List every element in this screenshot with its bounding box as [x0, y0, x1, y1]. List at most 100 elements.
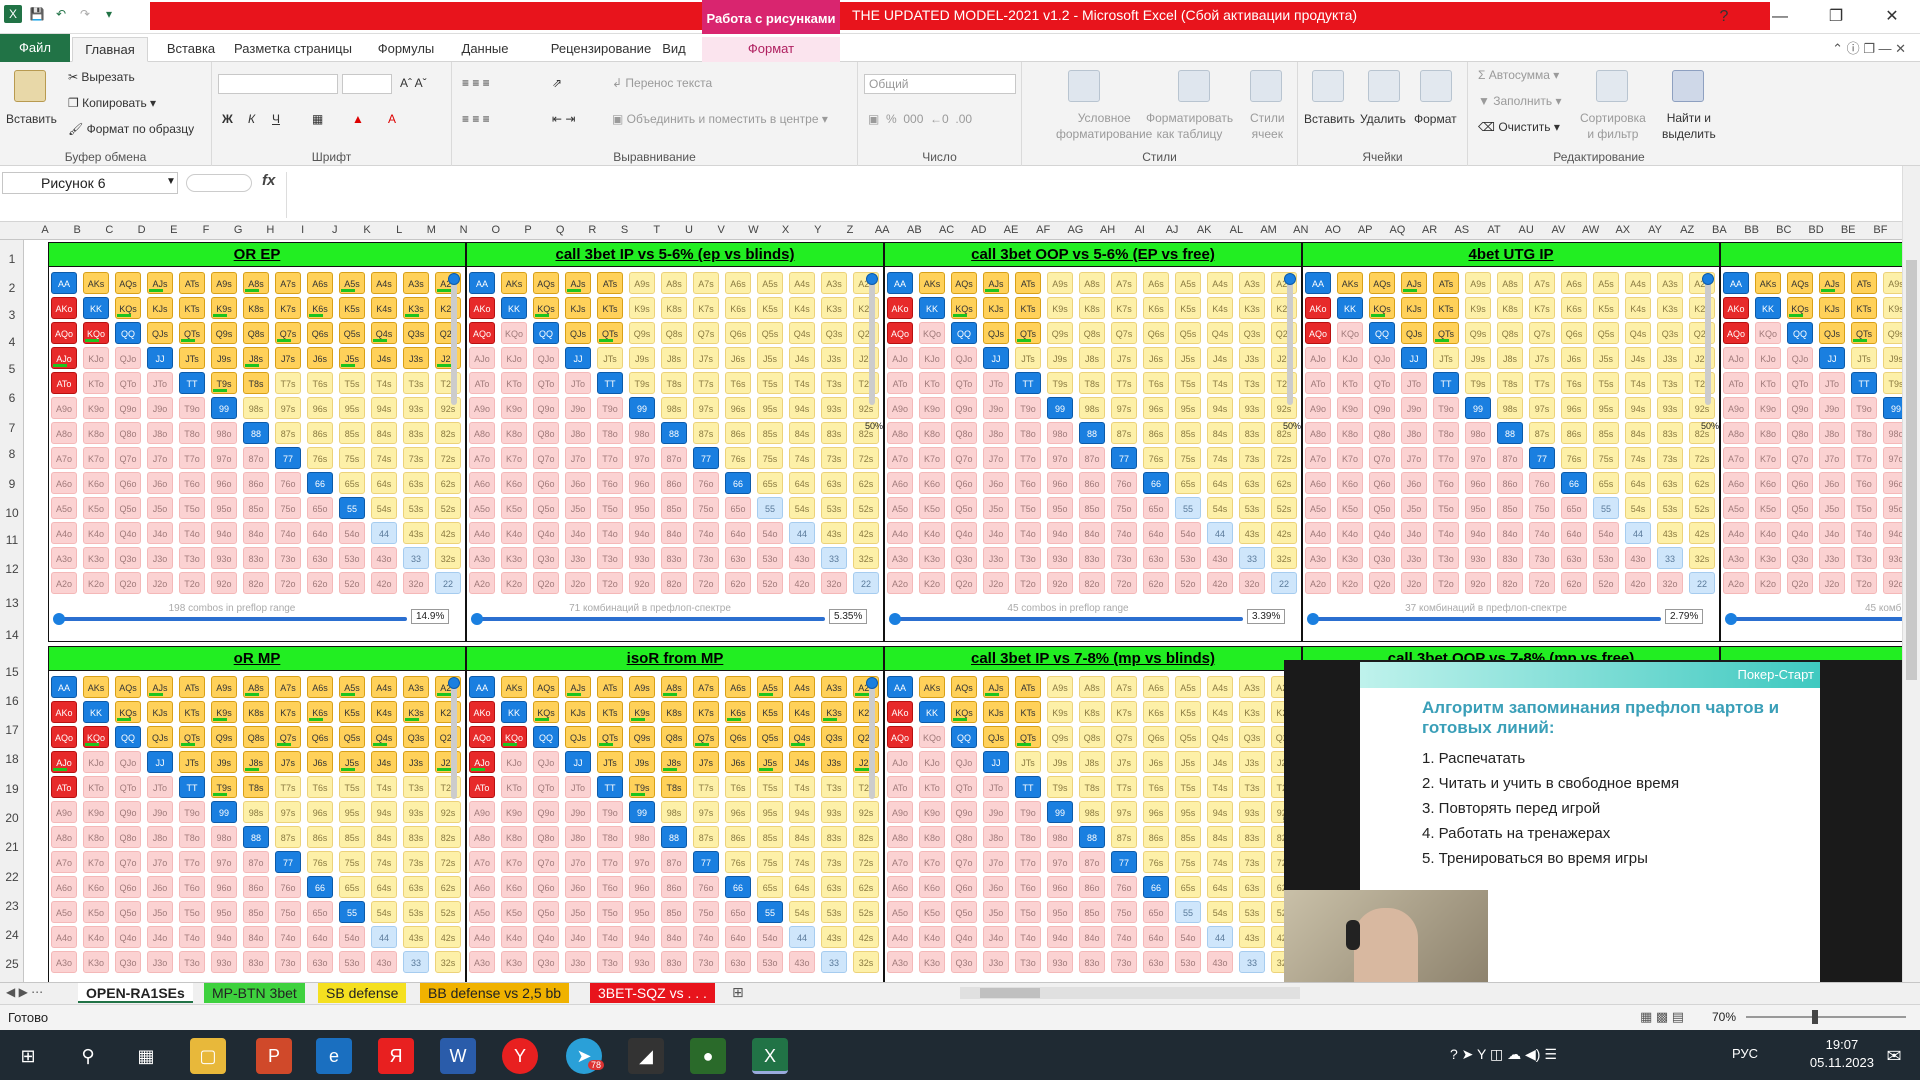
- hand-cell[interactable]: 97s: [1111, 397, 1137, 419]
- hand-cell[interactable]: T3s: [821, 776, 847, 798]
- hand-cell[interactable]: Q5s: [1175, 322, 1201, 344]
- hand-cell[interactable]: Q6s: [307, 322, 333, 344]
- hand-cell[interactable]: KTo: [501, 372, 527, 394]
- hand-cell[interactable]: KJo: [501, 751, 527, 773]
- column-header[interactable]: N: [449, 224, 479, 236]
- hand-cell[interactable]: 75o: [1111, 901, 1137, 923]
- hand-cell[interactable]: 65s: [1175, 876, 1201, 898]
- hand-cell[interactable]: KTo: [919, 776, 945, 798]
- hand-cell[interactable]: 85s: [757, 826, 783, 848]
- hand-cell[interactable]: 42s: [853, 522, 879, 544]
- hand-cell[interactable]: J8s: [1079, 347, 1105, 369]
- hand-cell[interactable]: T5o: [1851, 497, 1877, 519]
- hand-cell[interactable]: 72o: [1111, 572, 1137, 594]
- column-header[interactable]: AG: [1060, 224, 1090, 236]
- column-header[interactable]: AP: [1350, 224, 1380, 236]
- hand-cell[interactable]: 73o: [693, 547, 719, 569]
- hand-cell[interactable]: J7s: [1111, 751, 1137, 773]
- hand-cell[interactable]: A4o: [1723, 522, 1749, 544]
- hand-cell[interactable]: J4o: [1401, 522, 1427, 544]
- hand-cell[interactable]: J4s: [371, 347, 397, 369]
- hand-cell[interactable]: 87s: [693, 422, 719, 444]
- hand-cell[interactable]: 52s: [435, 901, 461, 923]
- hand-cell[interactable]: A4s: [1625, 272, 1651, 294]
- customize-qat-icon[interactable]: ▾: [100, 5, 118, 23]
- hand-cell[interactable]: T2s: [435, 372, 461, 394]
- hand-cell[interactable]: Q7s: [693, 322, 719, 344]
- hand-cell[interactable]: T4o: [1851, 522, 1877, 544]
- hand-cell[interactable]: A8s: [661, 272, 687, 294]
- hand-cell[interactable]: 84s: [789, 422, 815, 444]
- hand-cell[interactable]: KJo: [1755, 347, 1781, 369]
- hand-cell[interactable]: KTo: [501, 776, 527, 798]
- hand-cell[interactable]: T4o: [1015, 926, 1041, 948]
- hand-cell[interactable]: A3o: [51, 547, 77, 569]
- hand-cell[interactable]: A3o: [887, 547, 913, 569]
- indent-icon[interactable]: ⇤ ⇥: [552, 112, 575, 126]
- hand-cell[interactable]: K7o: [501, 447, 527, 469]
- column-header[interactable]: U: [674, 224, 704, 236]
- hand-cell[interactable]: T3o: [179, 951, 205, 973]
- hand-cell[interactable]: K9s: [629, 297, 655, 319]
- hand-cell[interactable]: K4o: [501, 522, 527, 544]
- hand-cell[interactable]: Q3s: [1239, 726, 1265, 748]
- hand-cell[interactable]: Q5s: [757, 322, 783, 344]
- range-size-slider[interactable]: [471, 613, 825, 625]
- hand-cell[interactable]: 32s: [1689, 547, 1715, 569]
- hand-cell[interactable]: 72o: [275, 572, 301, 594]
- hand-cell[interactable]: A7s: [1529, 272, 1555, 294]
- hand-cell[interactable]: 74o: [1111, 926, 1137, 948]
- hand-cell[interactable]: AJs: [147, 676, 173, 698]
- hand-cell[interactable]: Q3o: [951, 547, 977, 569]
- hand-cell[interactable]: Q8o: [115, 826, 141, 848]
- hand-cell[interactable]: K3s: [403, 297, 429, 319]
- hand-cell[interactable]: Q9o: [533, 397, 559, 419]
- row-header[interactable]: 25: [0, 957, 24, 971]
- hand-cell[interactable]: 98s: [661, 801, 687, 823]
- hand-cell[interactable]: 99: [629, 397, 655, 419]
- hand-cell[interactable]: J2s: [1271, 347, 1297, 369]
- hand-cell[interactable]: J8s: [661, 751, 687, 773]
- hand-cell[interactable]: A7o: [469, 447, 495, 469]
- hand-cell[interactable]: 52o: [339, 572, 365, 594]
- hand-cell[interactable]: J3s: [821, 751, 847, 773]
- hand-cell[interactable]: 73s: [1239, 851, 1265, 873]
- hand-cell[interactable]: 84s: [789, 826, 815, 848]
- hand-cell[interactable]: K8s: [243, 297, 269, 319]
- hand-cell[interactable]: K3o: [501, 951, 527, 973]
- hand-cell[interactable]: 74o: [1529, 522, 1555, 544]
- hand-cell[interactable]: T7o: [179, 447, 205, 469]
- hand-cell[interactable]: T4s: [789, 372, 815, 394]
- hand-cell[interactable]: T8o: [1015, 422, 1041, 444]
- hand-cell[interactable]: A7o: [469, 851, 495, 873]
- hand-cell[interactable]: K8s: [661, 701, 687, 723]
- column-header[interactable]: AT: [1479, 224, 1509, 236]
- hand-cell[interactable]: TT: [1851, 372, 1877, 394]
- hand-cell[interactable]: QQ: [951, 726, 977, 748]
- hand-cell[interactable]: 33: [1657, 547, 1683, 569]
- column-header[interactable]: AB: [899, 224, 929, 236]
- hand-cell[interactable]: J8o: [983, 826, 1009, 848]
- hand-cell[interactable]: J3o: [147, 547, 173, 569]
- hand-cell[interactable]: 33: [403, 547, 429, 569]
- hand-cell[interactable]: 77: [1111, 447, 1137, 469]
- hand-cell[interactable]: K9o: [83, 801, 109, 823]
- hand-cell[interactable]: 86s: [1143, 826, 1169, 848]
- hand-cell[interactable]: J2o: [1819, 572, 1845, 594]
- hand-cell[interactable]: A7o: [51, 851, 77, 873]
- hand-cell[interactable]: K8o: [83, 826, 109, 848]
- hand-cell[interactable]: K8o: [1755, 422, 1781, 444]
- hand-cell[interactable]: 96o: [211, 472, 237, 494]
- hand-cell[interactable]: 76o: [1529, 472, 1555, 494]
- hand-cell[interactable]: 97s: [1529, 397, 1555, 419]
- hand-cell[interactable]: A8s: [1079, 676, 1105, 698]
- hand-cell[interactable]: K8s: [1079, 701, 1105, 723]
- horizontal-scrollbar[interactable]: [960, 987, 1300, 999]
- hand-cell[interactable]: KQo: [919, 726, 945, 748]
- hand-cell[interactable]: K9s: [1883, 297, 1902, 319]
- hand-cell[interactable]: K3s: [821, 297, 847, 319]
- hand-cell[interactable]: J5o: [983, 497, 1009, 519]
- hand-cell[interactable]: JTs: [1015, 347, 1041, 369]
- hand-cell[interactable]: K7s: [1111, 701, 1137, 723]
- hand-cell[interactable]: QTs: [179, 726, 205, 748]
